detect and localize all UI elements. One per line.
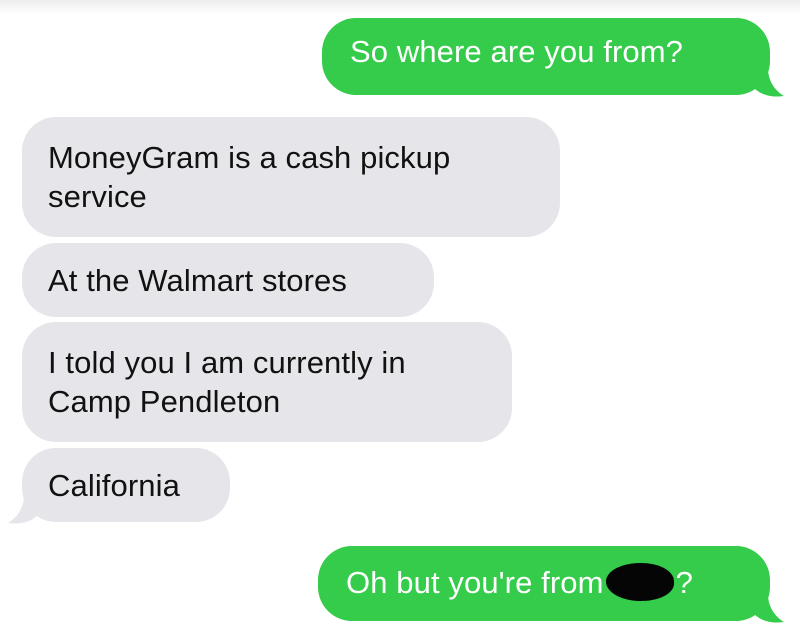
message-text-suffix: ?	[675, 565, 693, 600]
outgoing-message-bubble[interactable]: Oh but you're from?	[318, 546, 770, 621]
message-text: MoneyGram is a cash pickup service	[48, 140, 451, 214]
incoming-message-bubble[interactable]: MoneyGram is a cash pickup service	[22, 117, 560, 237]
top-edge-shade	[0, 0, 800, 14]
message-text: California	[48, 468, 180, 503]
message-text: I told you I am currently in Camp Pendle…	[48, 345, 406, 419]
message-thread: So where are you from? MoneyGram is a ca…	[0, 0, 800, 626]
incoming-message-bubble[interactable]: I told you I am currently in Camp Pendle…	[22, 322, 512, 442]
redaction-scribble	[604, 561, 675, 603]
message-text: So where are you from?	[350, 34, 684, 69]
outgoing-message-bubble[interactable]: So where are you from?	[322, 18, 770, 95]
incoming-message-bubble[interactable]: California	[22, 448, 230, 522]
outgoing-bubble-tail	[752, 68, 784, 97]
message-text: Oh but you're from	[346, 565, 604, 600]
outgoing-bubble-tail	[752, 594, 784, 623]
incoming-bubble-tail	[8, 495, 40, 524]
message-text: At the Walmart stores	[48, 263, 347, 298]
incoming-message-bubble[interactable]: At the Walmart stores	[22, 243, 434, 317]
